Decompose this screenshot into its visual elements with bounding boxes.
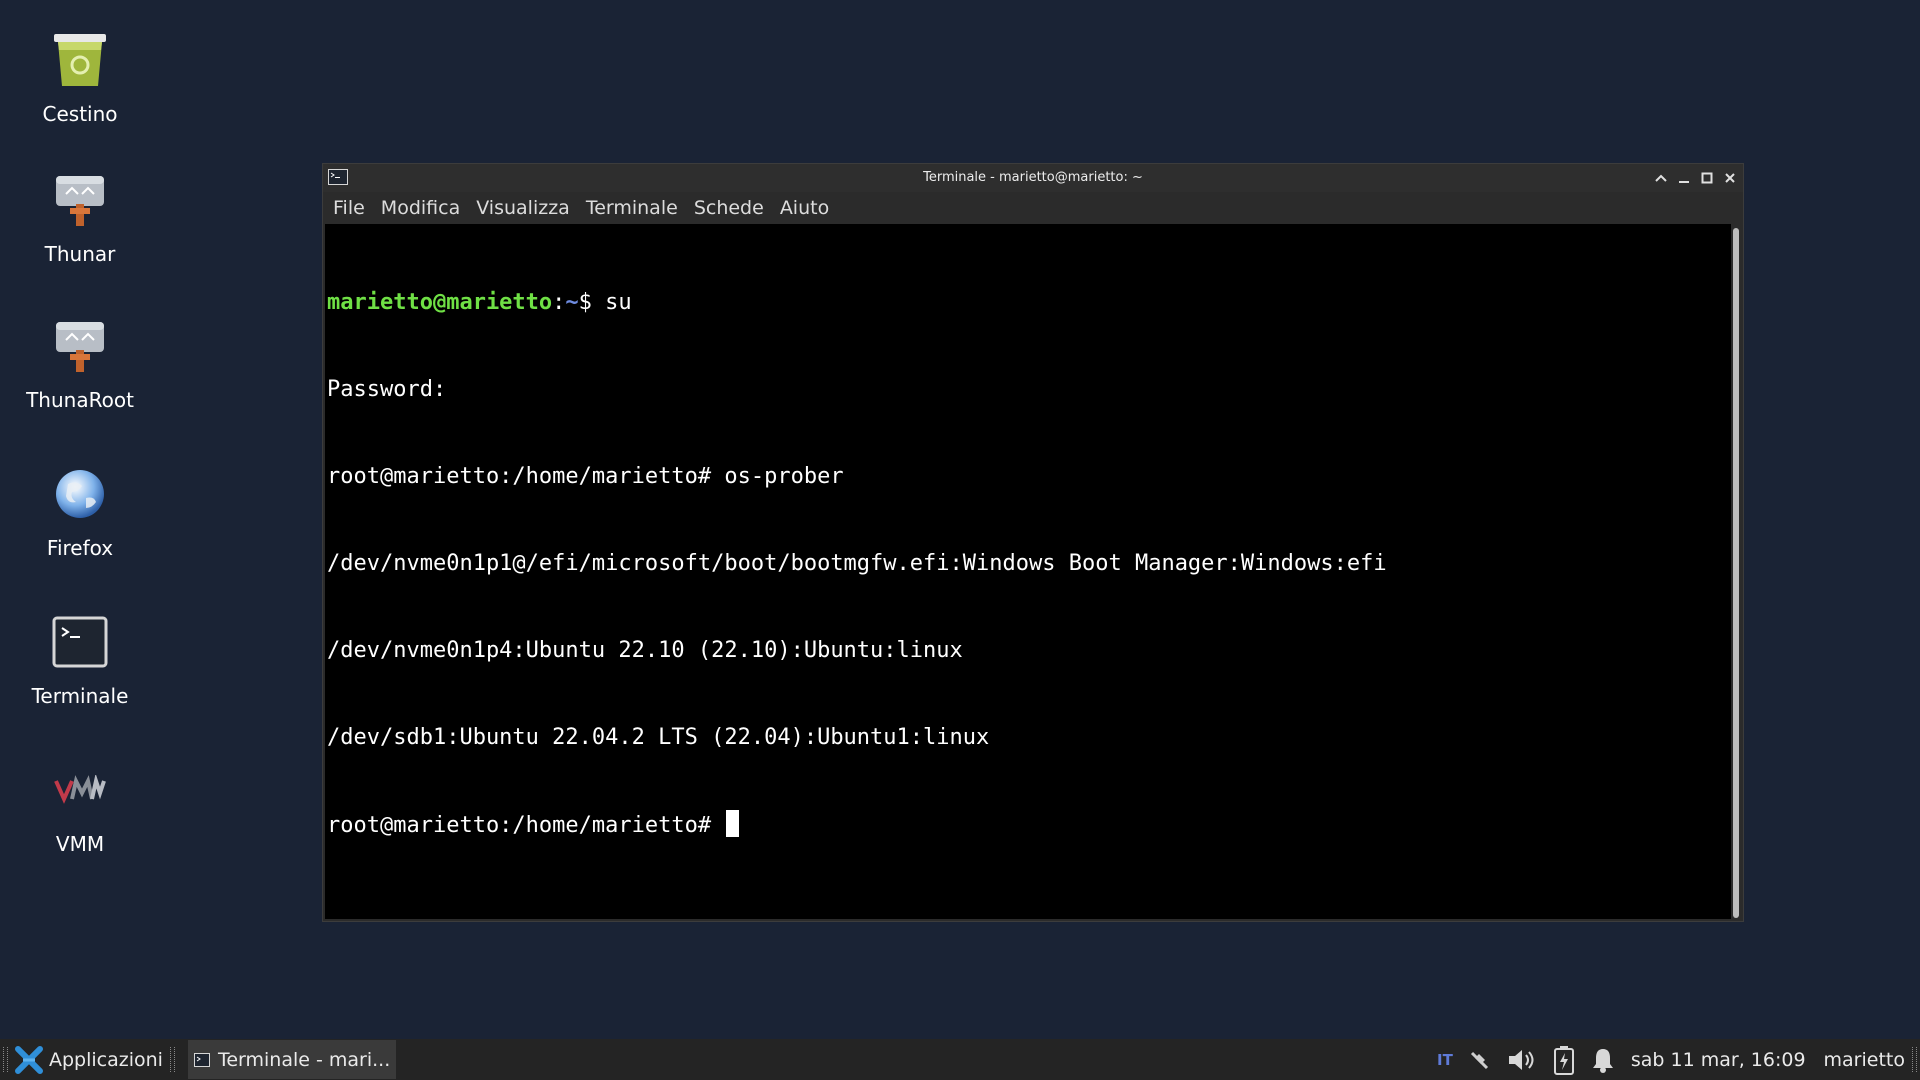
terminal-scrollbar[interactable] <box>1733 228 1739 918</box>
terminal-line: marietto@marietto:~$ su <box>327 288 1731 317</box>
terminal-line: /dev/sdb1:Ubuntu 22.04.2 LTS (22.04):Ubu… <box>327 725 990 750</box>
root-prompt: root@marietto:/home/marietto# <box>327 813 725 838</box>
menu-aiuto[interactable]: Aiuto <box>780 197 829 219</box>
panel-handle-right[interactable] <box>1912 1047 1917 1072</box>
terminal-line: /dev/nvme0n1p4:Ubuntu 22.10 (22.10):Ubun… <box>327 638 963 663</box>
globe-icon <box>48 462 112 526</box>
prompt-end: $ <box>578 290 606 315</box>
desktop-icon-thunar[interactable]: Thunar <box>10 168 150 298</box>
terminal-line: root@marietto:/home/marietto# os-prober <box>327 464 844 489</box>
applications-label: Applicazioni <box>49 1048 163 1071</box>
desktop-icon-trash[interactable]: Cestino <box>10 28 150 158</box>
battery-charging-icon <box>1553 1045 1574 1075</box>
command-text: su <box>605 290 632 315</box>
prompt-user: marietto@marietto <box>327 290 553 315</box>
close-icon <box>1725 173 1735 183</box>
menu-visualizza[interactable]: Visualizza <box>476 197 570 219</box>
maximize-icon <box>1701 172 1713 184</box>
terminal-icon <box>193 1052 210 1067</box>
menu-modifica[interactable]: Modifica <box>381 197 460 219</box>
applications-menu-button[interactable]: Applicazioni <box>11 1039 167 1080</box>
desktop-icon-label: Firefox <box>46 536 114 560</box>
terminal-line: Password: <box>327 377 447 402</box>
file-manager-root-icon <box>48 314 112 378</box>
notifications-button[interactable] <box>1591 1047 1615 1073</box>
window-titlebar[interactable]: Terminale - marietto@marietto: ~ <box>323 164 1743 192</box>
taskbar: Applicazioni Terminale - mari... IT sab … <box>0 1039 1920 1080</box>
desktop-icon-label: Cestino <box>42 102 118 126</box>
prompt-colon: : <box>552 290 566 315</box>
panel-handle[interactable] <box>3 1047 8 1072</box>
desktop-icon-terminal[interactable]: Terminale <box>10 610 150 740</box>
battery-button[interactable] <box>1553 1045 1575 1075</box>
speaker-icon <box>1508 1049 1534 1070</box>
keyboard-layout-indicator[interactable]: IT <box>1437 1051 1453 1069</box>
chevron-up-icon <box>1655 174 1667 182</box>
shade-button[interactable] <box>1650 167 1672 189</box>
desktop-icon-firefox[interactable]: Firefox <box>10 462 150 592</box>
desktop-icon-vmm[interactable]: VMM <box>10 758 150 888</box>
minimize-icon <box>1679 181 1689 183</box>
desktop-icon-label: ThunaRoot <box>26 388 134 412</box>
bell-icon <box>1592 1048 1613 1073</box>
desktop-icon-label: Terminale <box>31 684 129 708</box>
taskbar-window-terminal[interactable]: Terminale - mari... <box>187 1040 397 1079</box>
file-manager-icon <box>48 168 112 232</box>
terminal-icon <box>48 610 112 674</box>
vmm-icon <box>48 758 112 822</box>
volume-button[interactable] <box>1507 1047 1537 1073</box>
clock[interactable]: sab 11 mar, 16:09 <box>1631 1049 1806 1071</box>
prompt-path: ~ <box>565 290 579 315</box>
menu-schede[interactable]: Schede <box>694 197 764 219</box>
terminal-line: /dev/nvme0n1p1@/efi/microsoft/boot/bootm… <box>327 551 1387 576</box>
system-tray: IT sab 11 mar, 16:09 marietto <box>1437 1039 1920 1080</box>
trash-icon <box>48 28 112 92</box>
desktop-icon-thunaroot[interactable]: ThunaRoot <box>10 314 150 444</box>
maximize-button[interactable] <box>1696 167 1718 189</box>
user-menu[interactable]: marietto <box>1824 1049 1905 1071</box>
desktop-icon-label: VMM <box>55 832 105 856</box>
close-button[interactable] <box>1719 167 1741 189</box>
minimize-button[interactable] <box>1673 167 1695 189</box>
desktop-icon-label: Thunar <box>44 242 116 266</box>
terminal-window[interactable]: Terminale - marietto@marietto: ~ File Mo… <box>322 163 1744 922</box>
network-disconnected-icon <box>1470 1051 1488 1069</box>
menu-bar: File Modifica Visualizza Terminale Sched… <box>323 192 1743 223</box>
terminal-line: root@marietto:/home/marietto# <box>327 810 1731 839</box>
terminal-output[interactable]: marietto@marietto:~$ su Password: root@m… <box>325 224 1731 919</box>
text-cursor <box>726 810 740 837</box>
task-label: Terminale - mari... <box>217 1048 391 1071</box>
xfce-logo-icon <box>15 1045 43 1074</box>
window-title: Terminale - marietto@marietto: ~ <box>923 170 1143 185</box>
menu-terminale[interactable]: Terminale <box>586 197 678 219</box>
network-button[interactable] <box>1469 1050 1491 1070</box>
panel-separator <box>169 1047 175 1072</box>
menu-file[interactable]: File <box>333 197 365 219</box>
